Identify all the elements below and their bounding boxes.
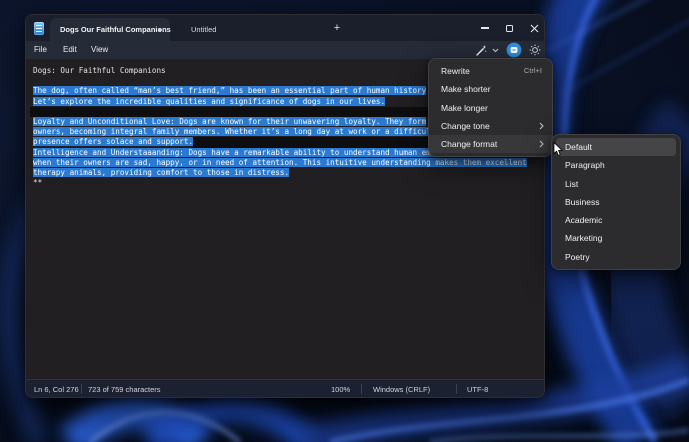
selected-text: The dog, often called “man’s best friend… [33, 86, 426, 95]
editor-line[interactable]: when their owners are sad, happy, or in … [33, 158, 535, 168]
shortcut-label: Ctrl+I [524, 62, 542, 80]
editor-text: Dogs: Our Faithful Companions [33, 66, 166, 75]
menu-edit[interactable]: Edit [58, 43, 82, 57]
maximize-icon [506, 25, 513, 32]
menu-item-change-tone[interactable]: Change tone [429, 117, 552, 135]
tab-label: Untitled [191, 25, 216, 34]
tab-bar: Dogs Our Faithful Companions Untitled + [26, 15, 544, 41]
menu-bar: File Edit View [26, 41, 544, 59]
menu-file[interactable]: File [29, 43, 52, 57]
tab-untitled[interactable]: Untitled [176, 18, 296, 41]
settings-button[interactable] [527, 43, 543, 57]
line-endings[interactable]: Windows (CRLF) [373, 385, 430, 394]
magic-pen-icon [474, 44, 487, 57]
notepad-app-icon [34, 22, 44, 35]
editor-line[interactable]: therapy animals, providing comfort to th… [33, 168, 535, 178]
rewrite-menu: Rewrite Ctrl+I Make shorter Make longer … [428, 58, 553, 157]
chevron-right-icon [539, 122, 544, 130]
new-tab-button[interactable]: + [326, 18, 348, 40]
tab-dogs-our-faithful-companions[interactable]: Dogs Our Faithful Companions [50, 18, 170, 41]
submenu-item-paragraph[interactable]: Paragraph [556, 156, 676, 174]
gear-icon [529, 44, 541, 56]
menu-item-make-longer[interactable]: Make longer [429, 99, 552, 117]
unsaved-indicator-icon [158, 28, 162, 32]
close-icon [530, 24, 539, 33]
menu-item-make-shorter[interactable]: Make shorter [429, 80, 552, 98]
submenu-item-business[interactable]: Business [556, 193, 676, 211]
divider [361, 384, 362, 394]
submenu-item-marketing[interactable]: Marketing [556, 229, 676, 247]
submenu-item-default[interactable]: Default [556, 138, 676, 156]
editor-line[interactable]: ** [33, 178, 535, 188]
tab-label: Dogs Our Faithful Companions [60, 25, 171, 34]
menu-item-rewrite[interactable]: Rewrite Ctrl+I [429, 62, 552, 80]
divider [456, 384, 457, 394]
chevron-right-icon [539, 140, 544, 148]
close-button[interactable] [521, 15, 545, 41]
desktop: Dogs Our Faithful Companions Untitled + [0, 0, 689, 442]
account-avatar-icon [506, 42, 522, 58]
minimize-button[interactable] [473, 15, 497, 41]
selected-text: Loyalty and Unconditional Love: Dogs are… [33, 117, 426, 126]
submenu-item-list[interactable]: List [556, 175, 676, 193]
mouse-cursor-icon [553, 142, 564, 157]
selected-text: presence offers solace and support. [33, 137, 193, 146]
change-format-submenu: Default Paragraph List Business Academic… [551, 134, 681, 270]
selected-text: therapy animals, providing comfort to th… [33, 168, 289, 177]
plus-icon: + [334, 22, 340, 34]
divider [81, 384, 82, 394]
rewrite-button[interactable] [472, 43, 488, 57]
cursor-position: Ln 6, Col 276 [34, 385, 79, 394]
selected-text: owners, becoming integral family members… [33, 127, 435, 136]
selected-text: Let’s explore the incredible qualities a… [33, 97, 385, 106]
account-button[interactable] [505, 43, 522, 57]
encoding[interactable]: UTF-8 [467, 385, 488, 394]
status-bar: Ln 6, Col 276 723 of 759 characters 100%… [26, 379, 544, 397]
zoom-level[interactable]: 100% [331, 385, 350, 394]
minimize-icon [481, 27, 489, 28]
submenu-item-academic[interactable]: Academic [556, 211, 676, 229]
menu-item-change-format[interactable]: Change format [429, 135, 552, 153]
character-count: 723 of 759 characters [88, 385, 161, 394]
chevron-down-icon [492, 48, 499, 53]
submenu-item-poetry[interactable]: Poetry [556, 248, 676, 266]
menu-view[interactable]: View [86, 43, 113, 57]
editor-text: ** [33, 178, 42, 187]
maximize-button[interactable] [497, 15, 521, 41]
selected-text: when their owners are sad, happy, or in … [33, 158, 527, 167]
rewrite-dropdown-button[interactable] [489, 43, 501, 57]
